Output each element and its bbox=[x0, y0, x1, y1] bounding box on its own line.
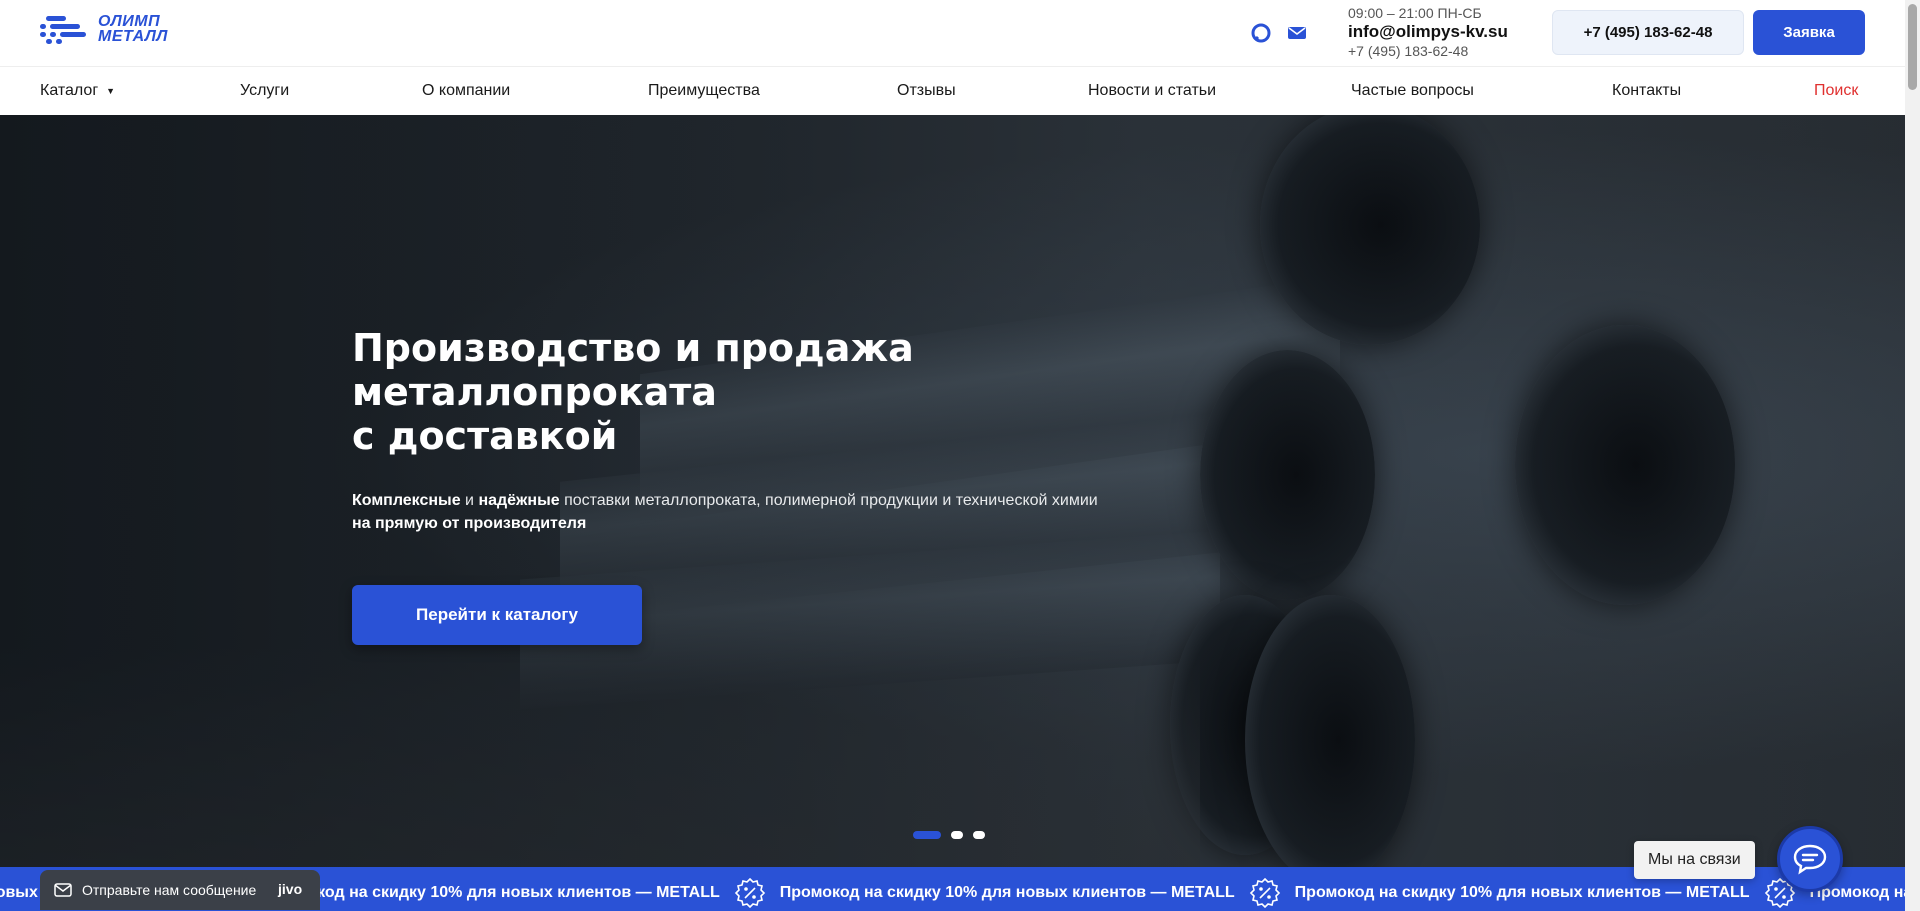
nav-item-reviews[interactable]: Отзывы bbox=[897, 82, 956, 100]
slider-dots bbox=[913, 831, 985, 839]
nav-item-label: Каталог bbox=[40, 82, 99, 99]
work-hours: 09:00 – 21:00 ПН-СБ bbox=[1348, 5, 1482, 21]
promo-text: Промокод на скидку 10% для новых клиенто… bbox=[1294, 884, 1750, 901]
nav-item-advantages[interactable]: Преимущества bbox=[648, 82, 760, 100]
hero-title-line: Производство и продажа bbox=[352, 326, 914, 370]
percent-badge-icon bbox=[1247, 878, 1283, 908]
hero-title-line: металлопроката bbox=[352, 370, 717, 414]
subtitle-bold: Комплексные bbox=[352, 492, 461, 509]
email-link[interactable]: info@olimpys-kv.su bbox=[1348, 22, 1508, 42]
envelope-icon bbox=[54, 883, 72, 897]
contact-icons bbox=[1250, 22, 1308, 44]
promo-item: Промокод на скидку 10% для новых клиенто… bbox=[1295, 878, 1810, 908]
nav-item-contacts[interactable]: Контакты bbox=[1612, 82, 1681, 100]
jivo-logo: jivo bbox=[278, 881, 303, 897]
subtitle-bold: надёжные bbox=[478, 492, 560, 509]
hero-banner: Производство и продажа металлопроката с … bbox=[0, 115, 1905, 867]
promo-item: Промокод на скидку 10% для новых клиенто… bbox=[265, 878, 780, 908]
catalog-cta-button[interactable]: Перейти к каталогу bbox=[352, 585, 642, 645]
slider-dot[interactable] bbox=[913, 831, 941, 839]
nav-item-faq[interactable]: Частые вопросы bbox=[1351, 82, 1474, 100]
promo-text: Промокод на скидку 10% для новых клиенто… bbox=[779, 884, 1235, 901]
phone-button[interactable]: +7 (495) 183-62-48 bbox=[1552, 10, 1744, 55]
nav-item-services[interactable]: Услуги bbox=[240, 82, 289, 100]
hero-title: Производство и продажа металлопроката с … bbox=[352, 326, 1052, 458]
caret-down-icon: ▼ bbox=[106, 85, 116, 96]
logo-line-2: МЕТАЛЛ bbox=[98, 28, 168, 45]
slider-dot[interactable] bbox=[973, 831, 985, 839]
jivo-send-message-label: Отправьте нам сообщение bbox=[82, 882, 257, 898]
promo-text: Промокод на скидку 10% для новых клиенто… bbox=[264, 884, 720, 901]
logo-text: ОЛИМП МЕТАЛЛ bbox=[98, 13, 168, 45]
subtitle-text: поставки металлопроката, полимерной прод… bbox=[559, 492, 1098, 509]
logo-line-1: ОЛИМП bbox=[98, 13, 161, 30]
percent-badge-icon bbox=[732, 878, 768, 908]
chat-widget-button[interactable] bbox=[1777, 826, 1843, 892]
scrollbar-thumb[interactable] bbox=[1908, 4, 1917, 90]
top-bar: ОЛИМП МЕТАЛЛ 09:00 – 21:00 ПН-СБ info@ol… bbox=[0, 0, 1905, 66]
hero-title-line: с доставкой bbox=[352, 414, 618, 458]
order-button[interactable]: Заявка bbox=[1753, 10, 1865, 55]
subtitle-bold: на прямую от производителя bbox=[352, 515, 587, 532]
promo-item: Промокод на скидку 10% для новых клиенто… bbox=[780, 878, 1295, 908]
mail-icon[interactable] bbox=[1286, 22, 1308, 44]
nav-item-about[interactable]: О компании bbox=[422, 82, 510, 100]
logo-mark-icon bbox=[40, 14, 90, 44]
subtitle-text: и bbox=[460, 492, 479, 509]
online-status-bubble[interactable]: Мы на связи bbox=[1634, 841, 1755, 879]
page-scrollbar[interactable] bbox=[1905, 0, 1920, 911]
nav-item-catalog[interactable]: Каталог ▼ bbox=[40, 82, 115, 100]
nav-item-news[interactable]: Новости и статьи bbox=[1088, 82, 1216, 100]
hero-subtitle: Комплексные и надёжные поставки металлоп… bbox=[352, 489, 1112, 535]
main-nav: Каталог ▼ Услуги О компании Преимущества … bbox=[0, 66, 1905, 115]
logo[interactable]: ОЛИМП МЕТАЛЛ bbox=[40, 13, 168, 45]
nav-item-search[interactable]: Поиск bbox=[1814, 82, 1858, 100]
slider-dot[interactable] bbox=[951, 831, 963, 839]
chat-bubble-icon bbox=[1793, 844, 1827, 875]
phone-text[interactable]: +7 (495) 183-62-48 bbox=[1348, 43, 1468, 59]
chat-icon[interactable] bbox=[1250, 22, 1272, 44]
